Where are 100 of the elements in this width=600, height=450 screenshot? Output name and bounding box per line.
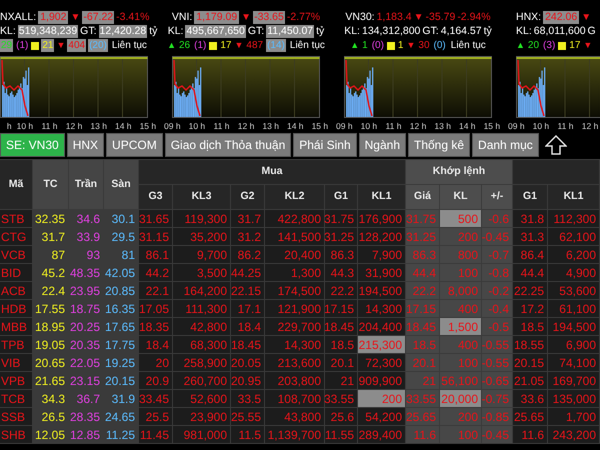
table-cell: 22.2	[325, 282, 358, 300]
up-arrow-icon[interactable]	[544, 135, 567, 155]
exchange-tab[interactable]: Danh mục	[472, 133, 539, 157]
table-cell: 164,200	[173, 282, 231, 300]
count-value: 404	[67, 39, 86, 52]
exchange-tab[interactable]: Phái Sinh	[293, 133, 357, 157]
stock-code[interactable]: TPB	[0, 336, 33, 354]
up-arrow-icon: ▲	[167, 39, 176, 52]
square-icon	[558, 42, 566, 50]
value-label: GT:	[422, 25, 439, 38]
count-value: (3)	[542, 39, 556, 52]
table-cell: 31.8	[513, 210, 548, 228]
session-status: Liên tục	[290, 39, 325, 52]
table-cell: 23.15	[69, 372, 104, 390]
down-arrow-icon: ▼	[414, 11, 424, 24]
time-label: 13 h	[90, 121, 107, 131]
exchange-tab[interactable]: HNX	[66, 133, 104, 157]
stock-code[interactable]: SHB	[0, 426, 33, 444]
volume-value: 495,667,650	[185, 25, 246, 38]
column-header: Trần	[69, 160, 104, 210]
stock-code[interactable]: BID	[0, 264, 33, 282]
table-cell: 61,100	[548, 300, 600, 318]
table-cell: 229,700	[265, 318, 325, 336]
table-cell: 44.4	[513, 264, 548, 282]
stock-code[interactable]: VCB	[0, 246, 33, 264]
stock-code[interactable]: TCB	[0, 390, 33, 408]
time-label: 11 h	[558, 121, 574, 131]
count-value: 1	[396, 39, 404, 52]
table-cell: -0.85	[482, 408, 513, 426]
table-cell: 86.4	[513, 246, 548, 264]
table-cell: 93	[69, 246, 104, 264]
column-header: G1	[325, 185, 358, 210]
down-arrow-icon: ▼	[583, 39, 592, 52]
index-value: 242.06	[543, 11, 580, 24]
table-cell: 11.45	[139, 426, 173, 444]
table-cell: 23,900	[173, 408, 231, 426]
square-icon	[209, 42, 218, 50]
exchange-tab[interactable]: UPCOM	[106, 133, 163, 157]
table-cell: 6,200	[548, 246, 600, 264]
table-cell: 111,300	[173, 300, 231, 318]
exchange-tab[interactable]: Thống kê	[408, 133, 470, 157]
table-cell: -0.75	[482, 390, 513, 408]
down-arrow-icon: ▼	[241, 11, 252, 24]
column-header: KL1	[358, 185, 406, 210]
down-arrow-icon: ▼	[234, 39, 244, 52]
table-cell: 31.65	[139, 210, 173, 228]
table-cell: 33.55	[325, 390, 358, 408]
table-cell: 21.65	[33, 372, 69, 390]
stock-code[interactable]: CTG	[0, 228, 33, 246]
count-value: 21	[41, 39, 54, 52]
table-cell: 22.05	[69, 354, 104, 372]
stock-code[interactable]: MBB	[0, 318, 33, 336]
down-arrow-icon: ▼	[581, 11, 592, 24]
table-cell: -0.4	[482, 300, 513, 318]
stock-code[interactable]: STB	[0, 210, 33, 228]
stock-code[interactable]: SSB	[0, 408, 33, 426]
table-cell: 33.45	[139, 390, 173, 408]
exchange-tab[interactable]: Ngành	[358, 133, 406, 157]
table-cell: 53,600	[548, 282, 600, 300]
stock-code[interactable]: ACB	[0, 282, 33, 300]
time-label: 10 h	[360, 121, 378, 131]
exchange-tab[interactable]: SE: VN30	[0, 133, 65, 157]
stock-code[interactable]: HDB	[0, 300, 33, 318]
square-icon	[31, 42, 40, 50]
column-header: KL1	[548, 185, 600, 210]
count-value: (1)	[193, 39, 208, 52]
table-cell: 54,200	[358, 408, 406, 426]
exchange-tab[interactable]: Giao dịch Thỏa thuận	[164, 133, 292, 157]
table-cell: 203,800	[265, 372, 325, 390]
table-cell: 29.5	[104, 228, 139, 246]
table-cell: 31.75	[406, 210, 440, 228]
table-cell: 11.25	[104, 426, 139, 444]
index-value: 1,183.4	[376, 11, 412, 24]
index-name: HNX:	[516, 11, 542, 24]
table-cell: 11.6	[406, 426, 440, 444]
table-cell: 20.95	[231, 372, 265, 390]
table-cell: 31.25	[325, 228, 358, 246]
stock-code[interactable]: VIB	[0, 354, 33, 372]
index-name: VNI:	[172, 11, 192, 24]
stock-code[interactable]: VPB	[0, 372, 33, 390]
time-label: 10 h	[16, 121, 34, 131]
table-cell: 194,500	[358, 282, 406, 300]
table-cell: -0.8	[482, 264, 513, 282]
table-cell: 20,400	[265, 246, 325, 264]
table-cell: 17.15	[406, 300, 440, 318]
table-cell: 62,100	[548, 228, 600, 246]
table-cell: 9,700	[173, 246, 231, 264]
down-arrow-icon: ▼	[70, 11, 80, 24]
table-cell: 21	[325, 372, 358, 390]
table-cell: 3,500	[173, 264, 231, 282]
table-cell: 169,700	[548, 372, 600, 390]
unit-label: tỷ	[484, 25, 492, 38]
column-header: KL2	[265, 185, 325, 210]
down-arrow-icon: ▼	[56, 39, 66, 52]
table-cell: 20,000	[440, 390, 482, 408]
table-cell: 42.05	[104, 264, 139, 282]
table-cell: 11.55	[325, 426, 358, 444]
table-cell: 22.1	[139, 282, 173, 300]
table-cell: 48.35	[69, 264, 104, 282]
table-cell: 20.15	[513, 354, 548, 372]
